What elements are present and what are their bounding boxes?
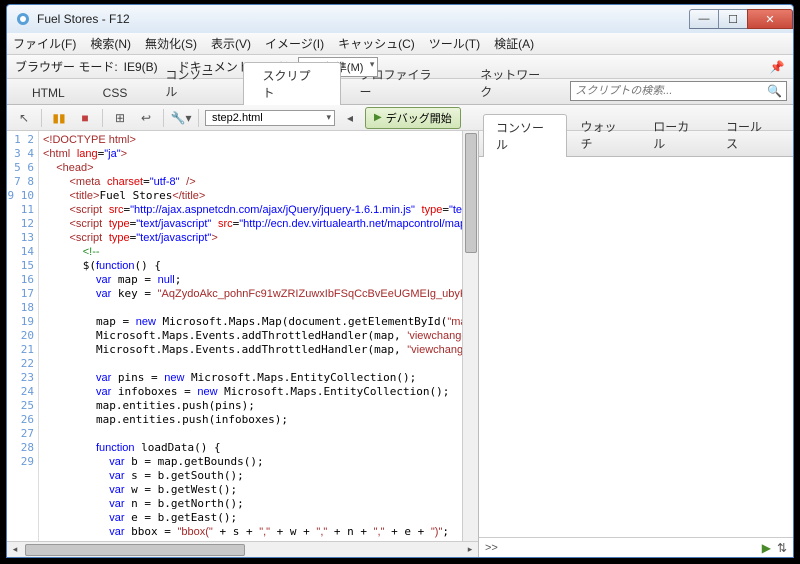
menu-item[interactable]: 表示(V) <box>211 35 251 52</box>
right-tab-1[interactable]: ウォッチ <box>567 113 640 156</box>
console-input-row: >> ▶ ⇅ <box>479 537 793 557</box>
breakpoint-icon[interactable]: 🔧▾ <box>170 108 192 128</box>
prev-icon[interactable]: ◂ <box>339 108 361 128</box>
tab-スクリプト[interactable]: スクリプト <box>243 62 340 105</box>
maximize-button[interactable]: ☐ <box>718 9 748 29</box>
titlebar[interactable]: Fuel Stores - F12 — ☐ ✕ <box>7 5 793 33</box>
pause-icon[interactable]: ▮▮ <box>48 108 70 128</box>
menu-bar: ファイル(F) 検索(N) 無効化(S) 表示(V) イメージ(I) キャッシュ(C) ツー… <box>7 33 793 55</box>
right-pane: コンソールウォッチローカルコール ス >> ▶ ⇅ <box>479 131 793 557</box>
tab-ネットワーク[interactable]: ネットワーク <box>461 61 570 104</box>
pin-icon[interactable]: 📌 <box>769 59 785 75</box>
play-icon: ▶ <box>374 112 382 123</box>
horizontal-scrollbar[interactable]: ◂▸ <box>7 541 478 557</box>
menu-item[interactable]: 無効化(S) <box>145 35 197 52</box>
search-icon[interactable]: 🔍 <box>767 84 782 98</box>
menu-item[interactable]: ファイル(F) <box>13 35 76 52</box>
app-icon <box>15 11 31 27</box>
stop-icon[interactable]: ■ <box>74 108 96 128</box>
code-pane: 1 2 3 4 5 6 7 8 9 10 11 12 13 14 15 16 1… <box>7 131 479 557</box>
vertical-scrollbar[interactable] <box>462 131 478 541</box>
start-debug-button[interactable]: ▶デバッグ開始 <box>365 107 461 129</box>
menu-item[interactable]: キャッシュ(C) <box>338 35 415 52</box>
run-icon[interactable]: ▶ <box>762 541 771 555</box>
menu-item[interactable]: 検索(N) <box>90 35 131 52</box>
menu-item[interactable]: イメージ(I) <box>265 35 324 52</box>
right-tab-2[interactable]: ローカル <box>640 113 713 156</box>
right-tab-0[interactable]: コンソール <box>483 114 567 157</box>
code-editor[interactable]: <!DOCTYPE html> <html lang="ja"> <head> … <box>39 131 478 541</box>
tab-CSS[interactable]: CSS <box>84 81 147 104</box>
right-tabs: コンソールウォッチローカルコール ス <box>479 131 793 157</box>
close-button[interactable]: ✕ <box>747 9 793 29</box>
file-dropdown[interactable]: step2.html <box>205 110 335 126</box>
menu-item[interactable]: 検証(A) <box>494 35 534 52</box>
format-icon[interactable]: ⊞ <box>109 108 131 128</box>
tab-コンソール[interactable]: コンソール <box>146 61 243 104</box>
multiline-icon[interactable]: ⇅ <box>777 541 787 555</box>
browser-mode-label: ブラウザー モード: <box>15 58 118 75</box>
tab-HTML[interactable]: HTML <box>13 81 84 104</box>
console-prompt: >> <box>485 542 498 554</box>
menu-item[interactable]: ツール(T) <box>429 35 480 52</box>
right-tab-3[interactable]: コール ス <box>713 113 789 156</box>
window-title: Fuel Stores - F12 <box>37 12 690 26</box>
line-gutter[interactable]: 1 2 3 4 5 6 7 8 9 10 11 12 13 14 15 16 1… <box>7 131 39 541</box>
main-tabs: HTMLCSSコンソールスクリプトプロファイラーネットワーク 🔍 <box>7 79 793 105</box>
wrap-icon[interactable]: ↩ <box>135 108 157 128</box>
console-output[interactable] <box>479 157 793 537</box>
script-search[interactable]: 🔍 <box>570 81 787 101</box>
devtools-window: Fuel Stores - F12 — ☐ ✕ ファイル(F) 検索(N) 無効化(… <box>6 4 794 558</box>
search-input[interactable] <box>575 85 767 97</box>
minimize-button[interactable]: — <box>689 9 719 29</box>
cursor-icon[interactable]: ↖ <box>13 108 35 128</box>
